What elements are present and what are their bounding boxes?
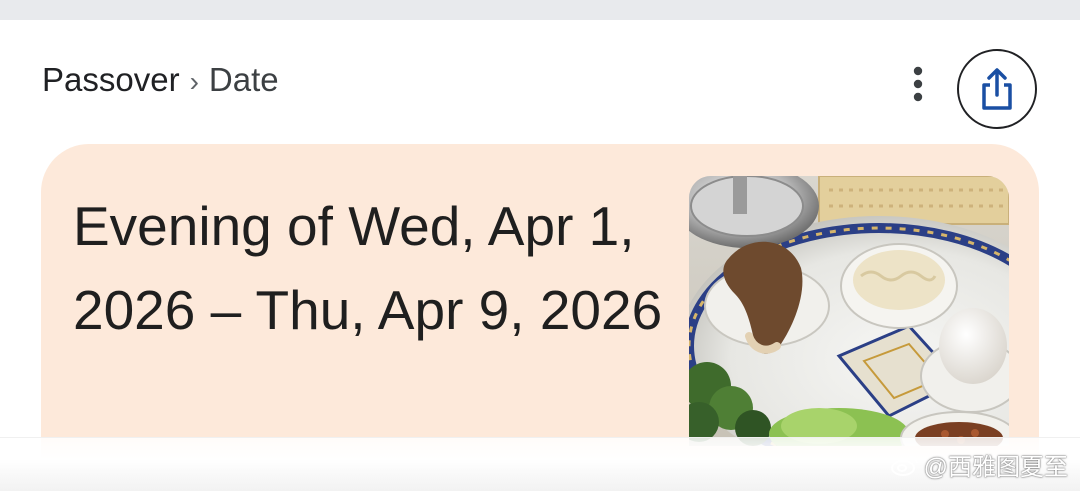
watermark: @西雅图夏至: [890, 447, 1068, 482]
top-strip: [0, 0, 1080, 20]
share-icon: [982, 68, 1012, 110]
date-card: Evening of Wed, Apr 1, 2026 – Thu, Apr 9…: [41, 144, 1039, 464]
breadcrumb-current: Date: [208, 61, 279, 98]
breadcrumb-parent[interactable]: Passover: [42, 61, 180, 98]
header: Passover › Date: [0, 20, 1080, 140]
weibo-logo-icon: [890, 455, 918, 476]
watermark-text: @西雅图夏至: [923, 454, 1068, 481]
date-headline: Evening of Wed, Apr 1, 2026 – Thu, Apr 9…: [73, 195, 663, 341]
more-options-button[interactable]: [898, 62, 938, 106]
more-vert-icon: [913, 66, 923, 102]
breadcrumb-separator: ›: [189, 66, 199, 97]
breadcrumb: Passover › Date: [42, 60, 279, 102]
seder-plate-illustration: [689, 176, 1009, 446]
share-button[interactable]: [957, 49, 1037, 129]
seder-plate-image[interactable]: [689, 176, 1009, 446]
